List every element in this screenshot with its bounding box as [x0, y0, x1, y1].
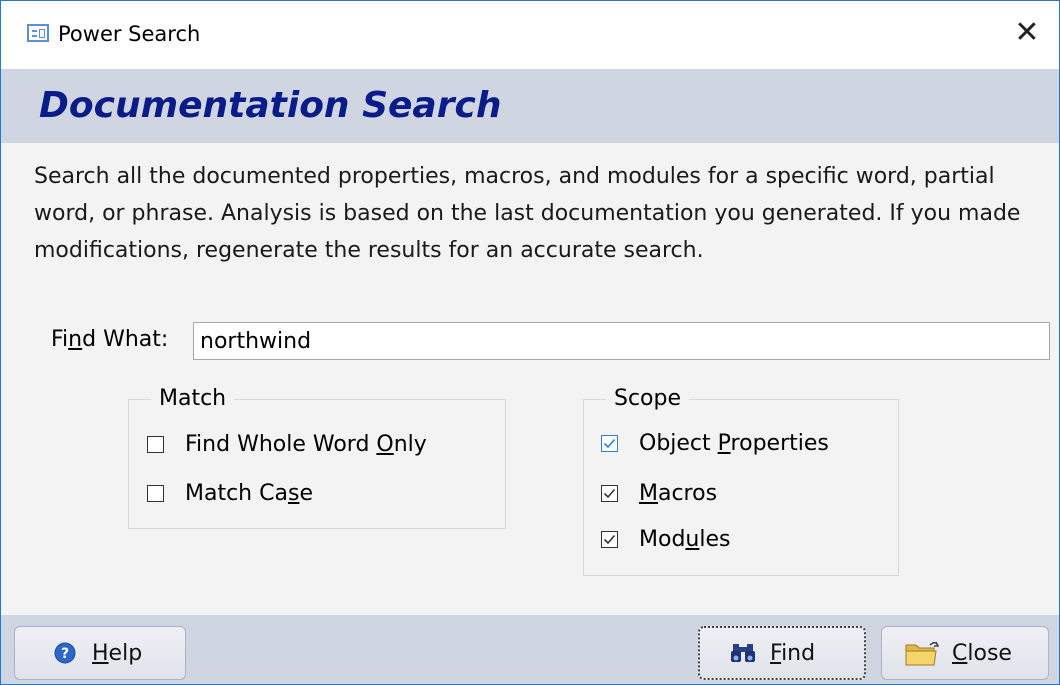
close-window-button[interactable]: ✕	[1009, 15, 1045, 51]
match-case-label: Match Case	[185, 480, 313, 506]
scope-group-legend: Scope	[606, 386, 690, 412]
close-button[interactable]: Close	[881, 626, 1049, 680]
object-properties-label: Object Properties	[639, 430, 829, 456]
checkbox-checked-icon	[601, 530, 618, 548]
svg-text:?: ?	[61, 646, 69, 662]
match-group-legend: Match	[151, 386, 235, 412]
page-title: Documentation Search	[39, 85, 502, 126]
help-icon: ?	[54, 642, 76, 664]
description-text: Search all the documented properties, ma…	[34, 164, 1021, 263]
checkbox-checked-icon	[601, 434, 618, 452]
checkbox-checked-icon	[601, 484, 618, 502]
binoculars-icon	[731, 644, 755, 662]
find-what-input[interactable]	[193, 322, 1050, 360]
find-label: Find	[770, 640, 816, 666]
find-button[interactable]: Find	[698, 626, 866, 680]
power-search-window: Power Search ✕ Documentation Search Sear…	[0, 0, 1060, 685]
match-group: Match	[128, 386, 506, 529]
modules-label: Modules	[639, 526, 731, 552]
checkbox-unchecked-icon	[147, 435, 164, 453]
help-button[interactable]: ? Help	[14, 626, 186, 680]
help-label: Help	[92, 640, 143, 666]
match-case-checkbox[interactable]: Match Case	[147, 478, 313, 508]
modules-checkbox[interactable]: Modules	[601, 524, 730, 554]
find-whole-word-only-checkbox[interactable]: Find Whole Word Only	[147, 429, 427, 459]
close-label: Close	[952, 640, 1012, 666]
object-properties-checkbox[interactable]: Object Properties	[601, 428, 829, 458]
window-title: Power Search	[58, 22, 201, 46]
checkbox-unchecked-icon	[147, 484, 164, 502]
macros-checkbox[interactable]: Macros	[601, 478, 717, 508]
find-whole-word-only-label: Find Whole Word Only	[185, 431, 427, 457]
folder-icon	[905, 641, 940, 666]
find-what-label: Find What:	[51, 327, 169, 352]
macros-label: Macros	[639, 480, 718, 506]
title-bar: Power Search ✕	[1, 1, 1059, 69]
form-icon	[27, 24, 49, 42]
